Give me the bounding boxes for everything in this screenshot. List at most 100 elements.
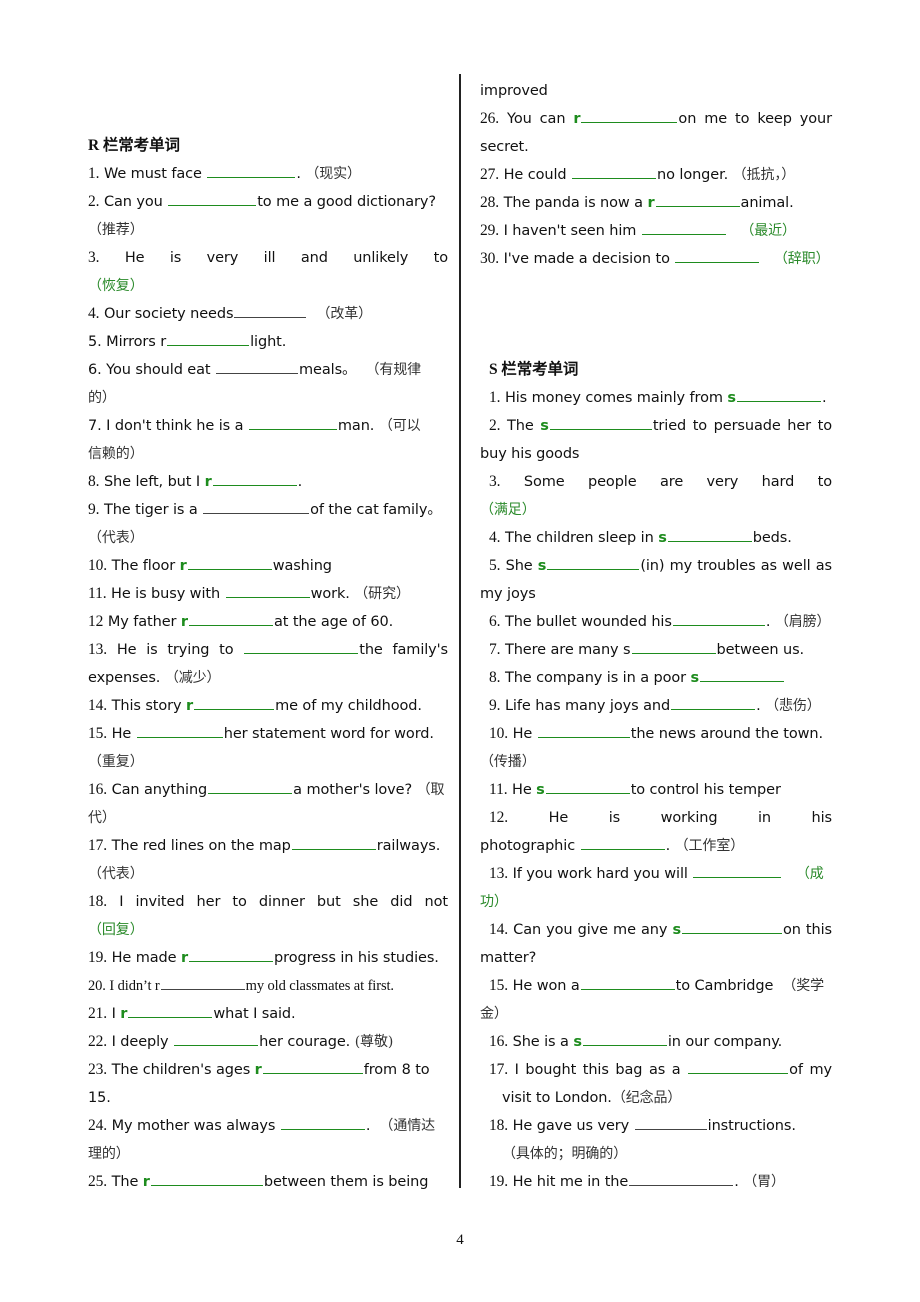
answer-blank[interactable] xyxy=(547,554,640,570)
question-r22: 22. I deeply her courage. (尊敬) xyxy=(88,1028,448,1056)
question-r10: 10. The floor r washing xyxy=(88,552,448,580)
question-r26: 26. You can r on me to keep your xyxy=(480,105,832,133)
answer-blank[interactable] xyxy=(212,470,297,486)
question-r17: 17. The red lines on the map railways. xyxy=(88,832,448,860)
question-s17: 17. I bought this bag as a of my xyxy=(480,1056,832,1084)
question-r14: 14. This story r me of my childhood. xyxy=(88,692,448,720)
hint-cn: （代表） xyxy=(88,866,144,882)
question-s8: 8. The company is in a poor s xyxy=(480,664,832,692)
answer-blank[interactable] xyxy=(655,191,740,207)
hint-cn: 代） xyxy=(88,810,116,826)
question-r29: 29. I haven't seen him （最近） xyxy=(480,217,832,245)
answer-blank[interactable] xyxy=(150,1170,263,1186)
answer-blank[interactable] xyxy=(280,1114,365,1130)
question-s13: 13. If you work hard you will （成 xyxy=(480,860,832,888)
answer-blank[interactable] xyxy=(248,414,337,430)
question-s2: 2. The s tried to persuade her to xyxy=(480,412,832,440)
page-number: 4 xyxy=(456,1232,464,1248)
answer-blank[interactable] xyxy=(174,1030,259,1046)
question-r11: 11. He is busy with work. （研究） xyxy=(88,580,448,608)
hint-cn: （具体的；明确的） xyxy=(502,1146,628,1162)
question-r25-cont: improved xyxy=(480,83,548,99)
answer-blank[interactable] xyxy=(671,694,756,710)
hint-cn: 信赖的） xyxy=(88,446,144,462)
answer-blank[interactable] xyxy=(681,918,782,934)
answer-blank[interactable] xyxy=(675,247,760,263)
hint-cn: （重复） xyxy=(88,754,144,770)
answer-blank[interactable] xyxy=(672,610,765,626)
answer-blank[interactable] xyxy=(700,666,785,682)
question-r12: 12 My father r at the age of 60. xyxy=(88,608,448,636)
question-s4: 4. The children sleep in s beds. xyxy=(480,524,832,552)
answer-blank[interactable] xyxy=(631,638,716,654)
answer-blank[interactable] xyxy=(693,862,782,878)
answer-blank[interactable] xyxy=(537,722,630,738)
hint-cn: 的） xyxy=(88,390,116,406)
answer-blank[interactable] xyxy=(629,1170,734,1186)
question-s6: 6. The bullet wounded his. （肩膀） xyxy=(480,608,832,636)
answer-blank[interactable] xyxy=(188,610,273,626)
answer-blank[interactable] xyxy=(167,330,250,346)
question-r21: 21. I r what I said. xyxy=(88,1000,448,1028)
question-r23: 23. The children's ages r from 8 to xyxy=(88,1056,448,1084)
answer-blank[interactable] xyxy=(582,1030,667,1046)
question-r1: 1. We must face . （现实） xyxy=(88,160,448,188)
answer-blank[interactable] xyxy=(208,778,293,794)
answer-blank[interactable] xyxy=(194,694,275,710)
answer-blank[interactable] xyxy=(291,834,376,850)
question-s12: 12. He is working in his xyxy=(489,809,832,826)
answer-blank[interactable] xyxy=(262,1058,363,1074)
answer-blank[interactable] xyxy=(634,1114,707,1130)
answer-blank[interactable] xyxy=(203,498,310,514)
question-r16: 16. Can anything a mother's love? （取 xyxy=(88,776,448,804)
answer-blank[interactable] xyxy=(187,554,272,570)
answer-blank[interactable] xyxy=(545,778,630,794)
question-r3: 3. He is very ill and unlikely to xyxy=(88,249,448,266)
column-divider xyxy=(459,74,461,1188)
answer-blank[interactable] xyxy=(189,946,274,962)
answer-blank[interactable] xyxy=(688,1058,789,1074)
hint-cn: 理的） xyxy=(88,1146,130,1162)
answer-blank[interactable] xyxy=(736,386,821,402)
question-s9: 9. Life has many joys and. （悲伤） xyxy=(480,692,832,720)
question-r4: 4. Our society needs （改革） xyxy=(88,300,448,328)
question-s1: 1. His money comes mainly from s. xyxy=(480,384,832,412)
question-s18: 18. He gave us very instructions. xyxy=(480,1112,832,1140)
hint-cn: （推荐） xyxy=(88,222,144,238)
question-r9: 9. The tiger is a of the cat family。 xyxy=(88,496,448,524)
hint-cn: （代表） xyxy=(88,530,144,546)
hint-cn: 金） xyxy=(480,1006,508,1022)
answer-blank[interactable] xyxy=(216,358,299,374)
question-s16: 16. She is a s in our company. xyxy=(480,1028,832,1056)
answer-blank[interactable] xyxy=(244,638,359,654)
answer-blank[interactable] xyxy=(136,722,223,738)
answer-blank[interactable] xyxy=(581,107,678,123)
answer-blank[interactable] xyxy=(225,582,310,598)
question-s19: 19. He hit me in the. （胃） xyxy=(480,1168,832,1196)
answer-blank[interactable] xyxy=(160,974,245,990)
answer-blank[interactable] xyxy=(580,834,665,850)
answer-blank[interactable] xyxy=(234,302,307,318)
question-s14: 14. Can you give me any s on this xyxy=(480,916,832,944)
answer-blank[interactable] xyxy=(580,974,675,990)
answer-blank[interactable] xyxy=(128,1002,213,1018)
question-r5: 5. Mirrors r light. xyxy=(88,328,448,356)
hint-cn: 功） xyxy=(480,894,508,910)
question-s15: 15. He won a to Cambridge （奖学 xyxy=(480,972,832,1000)
question-r6: 6. You should eat meals。 （有规律 xyxy=(88,356,448,384)
question-s3: 3. Some people are very hard to xyxy=(489,473,832,490)
answer-blank[interactable] xyxy=(667,526,752,542)
answer-blank[interactable] xyxy=(168,190,257,206)
section-title-s: S 栏常考单词 xyxy=(489,361,579,378)
hint-cn: （传播） xyxy=(480,754,536,770)
question-r13: 13. He is trying to the family's xyxy=(88,636,448,664)
answer-blank[interactable] xyxy=(572,163,657,179)
question-r7: 7. I don't think he is a man. （可以 xyxy=(88,412,448,440)
hint-cn: （满足） xyxy=(480,502,536,518)
question-s10: 10. He the news around the town. xyxy=(480,720,832,748)
answer-blank[interactable] xyxy=(641,219,726,235)
answer-blank[interactable] xyxy=(549,414,652,430)
question-s7: 7. There are many s between us. xyxy=(480,636,832,664)
question-r2: 2. Can you to me a good dictionary? xyxy=(88,188,448,216)
answer-blank[interactable] xyxy=(207,162,296,178)
